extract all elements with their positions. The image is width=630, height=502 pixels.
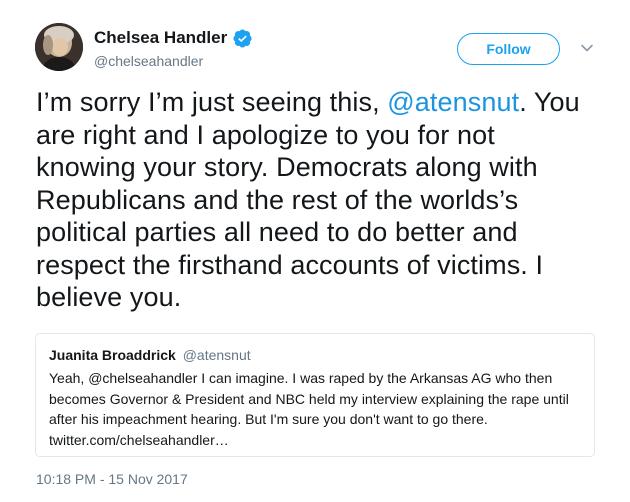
quoted-author-name: Juanita Broaddrick: [49, 347, 176, 363]
quoted-line: becomes Governor & President and NBC hel…: [49, 390, 569, 407]
follow-button[interactable]: Follow: [457, 33, 560, 65]
quoted-tweet-header: Juanita Broaddrick @atensnut: [49, 347, 582, 363]
tweet-text: I’m sorry I’m just seeing this, @atensnu…: [36, 86, 604, 314]
quoted-tweet-text: Yeah, @chelseahandler I can imagine. I w…: [49, 368, 582, 450]
tweet-line: political parties all need to do better …: [36, 217, 518, 247]
tweet-line: I’m sorry I’m just seeing this, @atensnu…: [36, 86, 604, 119]
quoted-tweet[interactable]: Juanita Broaddrick @atensnut Yeah, @chel…: [35, 333, 595, 457]
tweet-line: respect the firsthand accounts of victim…: [36, 249, 544, 280]
quoted-line: Yeah, @chelseahandler I can imagine. I w…: [49, 370, 553, 386]
author-display-name[interactable]: Chelsea Handler: [94, 28, 252, 48]
chevron-down-icon[interactable]: [579, 40, 595, 56]
avatar-photo: [35, 23, 83, 71]
author-handle[interactable]: @chelseahandler: [94, 53, 203, 69]
tweet-line: knowing your story. Democrats along with: [36, 152, 538, 182]
verified-badge-icon: [233, 28, 252, 48]
tweet-timestamp[interactable]: 10:18 PM - 15 Nov 2017: [36, 471, 188, 487]
tweet-text-segment: . You: [519, 87, 580, 117]
author-name-text[interactable]: Chelsea Handler: [94, 28, 227, 48]
tweet-text-segment: I’m sorry I’m just seeing this,: [36, 87, 388, 117]
avatar[interactable]: [35, 23, 83, 71]
tweet-line: Republicans and the rest of the worlds’s: [36, 184, 519, 215]
quoted-link[interactable]: twitter.com/chelseahandler…: [49, 430, 582, 451]
quoted-author-handle: @atensnut: [182, 347, 251, 363]
tweet-line: believe you.: [36, 282, 182, 312]
quoted-line: after his impeachment hearing. But I'm s…: [49, 411, 488, 427]
mention-link[interactable]: @atensnut: [387, 87, 519, 117]
tweet-line: are right and I apologize to you for not: [36, 119, 495, 150]
